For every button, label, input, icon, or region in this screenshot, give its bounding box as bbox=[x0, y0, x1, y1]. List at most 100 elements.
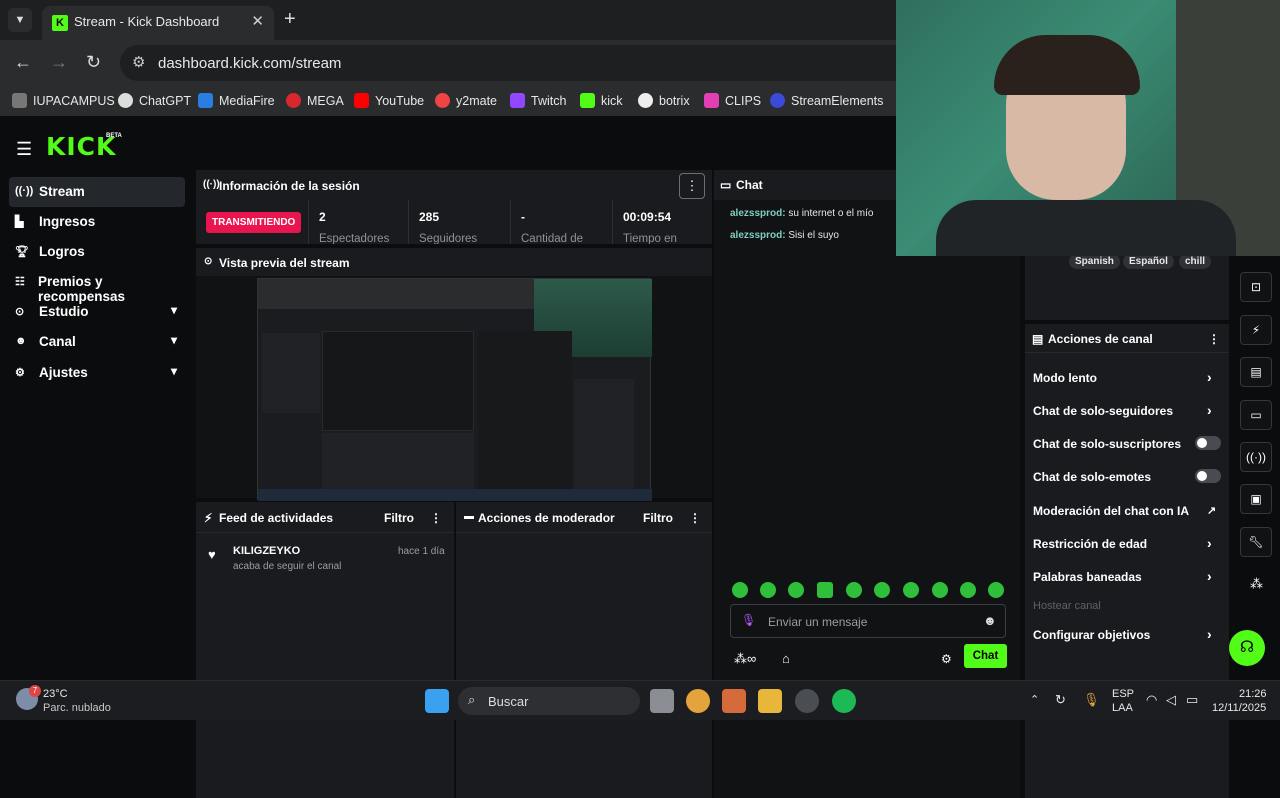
chrome-icon[interactable] bbox=[686, 689, 710, 713]
subscribers-only-toggle[interactable] bbox=[1195, 436, 1221, 450]
bookmark-kick[interactable]: kick bbox=[580, 93, 623, 108]
emote-icon[interactable] bbox=[846, 582, 862, 598]
mediafire-icon bbox=[198, 93, 213, 108]
action-slow-mode[interactable]: Modo lento › bbox=[1033, 369, 1223, 385]
chat-username[interactable]: alezssprod: bbox=[730, 208, 786, 219]
action-banned-words[interactable]: Palabras baneadas › bbox=[1033, 568, 1223, 584]
bookmark-youtube[interactable]: YouTube bbox=[354, 93, 424, 108]
sidebar-item-canal[interactable]: ☻ Canal ▾ bbox=[9, 327, 185, 357]
app-icon[interactable] bbox=[722, 689, 746, 713]
chat-username[interactable]: alezssprod: bbox=[730, 230, 786, 241]
feed-menu-icon[interactable]: ⋮ bbox=[430, 511, 442, 525]
bookmark-twitch[interactable]: Twitch bbox=[510, 93, 566, 108]
sidebar-item-ajustes[interactable]: ⚙ Ajustes ▾ bbox=[9, 358, 185, 388]
emotes-only-toggle[interactable] bbox=[1195, 469, 1221, 483]
list-icon: ☷ bbox=[15, 276, 25, 288]
bookmark-iupacampus[interactable]: IUPACAMPUS bbox=[12, 93, 115, 108]
menu-icon[interactable]: ☰ bbox=[16, 139, 32, 160]
close-tab-icon[interactable]: ✕ bbox=[251, 12, 264, 30]
action-configure-goals[interactable]: Configurar objetivos › bbox=[1033, 626, 1223, 642]
obs-icon[interactable] bbox=[795, 689, 819, 713]
bookmark-streamelements[interactable]: StreamElements bbox=[770, 93, 883, 108]
rail-broadcast-button[interactable]: ((·)) bbox=[1240, 442, 1272, 472]
store-icon[interactable]: ⌂ bbox=[782, 651, 790, 666]
rail-bolt-button[interactable]: ⚡︎ bbox=[1240, 315, 1272, 345]
bookmark-label: YouTube bbox=[375, 94, 425, 108]
microphone-icon[interactable]: 🎙︎ bbox=[741, 613, 756, 627]
emote-icon[interactable] bbox=[732, 582, 748, 598]
forward-icon[interactable]: → bbox=[50, 52, 68, 73]
bookmark-botrix[interactable]: botrix bbox=[638, 93, 690, 108]
bookmark-y2mate[interactable]: y2mate bbox=[435, 93, 497, 108]
address-bar[interactable]: ⚙ dashboard.kick.com/stream bbox=[120, 45, 920, 81]
channel-actions-menu-icon[interactable]: ⋮ bbox=[1208, 332, 1220, 346]
action-ai-moderation[interactable]: Moderación del chat con IA ↗ bbox=[1033, 504, 1223, 518]
reload-icon[interactable]: ↻ bbox=[86, 52, 101, 73]
site-info-icon[interactable]: ⚙ bbox=[132, 53, 145, 71]
bookmark-clips[interactable]: CLIPS bbox=[704, 93, 761, 108]
tag-chill[interactable]: chill bbox=[1179, 254, 1212, 269]
chat-input[interactable]: 🎙︎ Enviar un mensaje ☻ bbox=[730, 604, 1006, 638]
emote-icon[interactable] bbox=[988, 582, 1004, 598]
action-followers-only[interactable]: Chat de solo-seguidores › bbox=[1033, 402, 1223, 418]
feed-filter-button[interactable]: Filtro bbox=[384, 511, 414, 525]
sidebar-item-estudio[interactable]: ⊙ Estudio ▾ bbox=[9, 297, 185, 327]
feed-user[interactable]: KILIGZEYKO bbox=[233, 545, 300, 557]
spotify-icon[interactable] bbox=[832, 689, 856, 713]
channel-actions-title: Acciones de canal bbox=[1048, 332, 1153, 346]
bookmark-chatgpt[interactable]: ChatGPT bbox=[118, 93, 191, 108]
emote-icon[interactable] bbox=[932, 582, 948, 598]
tab-title: Stream - Kick Dashboard bbox=[74, 14, 220, 29]
action-age-restriction[interactable]: Restricción de edad › bbox=[1033, 535, 1223, 551]
rail-notes-button[interactable]: ▤ bbox=[1240, 357, 1272, 387]
sidebar-item-logros[interactable]: 🏆︎ Logros bbox=[9, 237, 185, 267]
file-explorer-icon[interactable] bbox=[758, 689, 782, 713]
emote-icon[interactable] bbox=[903, 582, 919, 598]
mic-icon[interactable]: 🎙︎ bbox=[1083, 692, 1100, 708]
session-menu-button[interactable]: ⋮ bbox=[679, 173, 705, 199]
support-button[interactable]: ☊ bbox=[1229, 630, 1265, 666]
chat-settings-icon[interactable]: ⚙ bbox=[941, 652, 952, 666]
sidebar-item-premios[interactable]: ☷ Premios y recompensas bbox=[9, 267, 185, 304]
weather-temp: 23°C bbox=[43, 688, 68, 700]
tray-expand-icon[interactable]: ⌃ bbox=[1030, 693, 1039, 706]
back-icon[interactable]: ← bbox=[14, 52, 32, 73]
windows-start-icon[interactable] bbox=[425, 689, 449, 713]
emote-icon[interactable] bbox=[788, 582, 804, 598]
volume-icon[interactable]: ◁ bbox=[1166, 692, 1176, 708]
stream-preview-video[interactable] bbox=[257, 278, 652, 501]
rail-scan-button[interactable]: ⊡ bbox=[1240, 272, 1272, 302]
rail-chat-button[interactable]: ▭ bbox=[1240, 400, 1272, 430]
browser-tab[interactable]: K Stream - Kick Dashboard ✕ bbox=[42, 6, 274, 40]
task-view-icon[interactable] bbox=[650, 689, 674, 713]
new-tab-icon[interactable]: + bbox=[284, 8, 296, 31]
rail-wrench-button[interactable]: 🔧︎ bbox=[1240, 527, 1272, 557]
sidebar-item-ingresos[interactable]: ▙ Ingresos bbox=[9, 207, 185, 237]
send-chat-button[interactable]: Chat bbox=[964, 644, 1007, 668]
input-layout[interactable]: LAA bbox=[1112, 702, 1133, 714]
tab-search-icon[interactable]: ▼ bbox=[8, 8, 32, 32]
wifi-icon[interactable]: ◠ bbox=[1146, 692, 1157, 708]
sync-icon[interactable]: ↻ bbox=[1055, 692, 1066, 708]
rail-layout-button[interactable]: ▣ bbox=[1240, 484, 1272, 514]
emote-icon[interactable] bbox=[874, 582, 890, 598]
input-lang[interactable]: ESP bbox=[1112, 688, 1134, 700]
taskbar-search[interactable]: ⌕ Buscar bbox=[458, 687, 640, 715]
clock-time[interactable]: 21:26 bbox=[1239, 688, 1267, 700]
emote-icon[interactable] bbox=[760, 582, 776, 598]
points-icon[interactable]: ⁂∞ bbox=[734, 651, 756, 667]
bookmark-mediafire[interactable]: MediaFire bbox=[198, 93, 275, 108]
sidebar-item-stream[interactable]: ((·)) Stream bbox=[9, 177, 185, 207]
action-label: Restricción de edad bbox=[1033, 537, 1148, 551]
clock-date[interactable]: 12/11/2025 bbox=[1212, 702, 1266, 714]
emoji-icon[interactable]: ☻ bbox=[983, 613, 997, 628]
battery-icon[interactable]: ▭ bbox=[1186, 692, 1198, 708]
rail-apps-icon[interactable]: ⁂ bbox=[1250, 576, 1263, 592]
emote-icon[interactable] bbox=[817, 582, 833, 598]
emote-icon[interactable] bbox=[960, 582, 976, 598]
tag-spanish[interactable]: Spanish bbox=[1069, 254, 1120, 269]
mod-filter-button[interactable]: Filtro bbox=[643, 511, 673, 525]
tag-espanol[interactable]: Español bbox=[1123, 254, 1174, 269]
mod-menu-icon[interactable]: ⋮ bbox=[689, 511, 701, 525]
bookmark-mega[interactable]: MEGA bbox=[286, 93, 344, 108]
